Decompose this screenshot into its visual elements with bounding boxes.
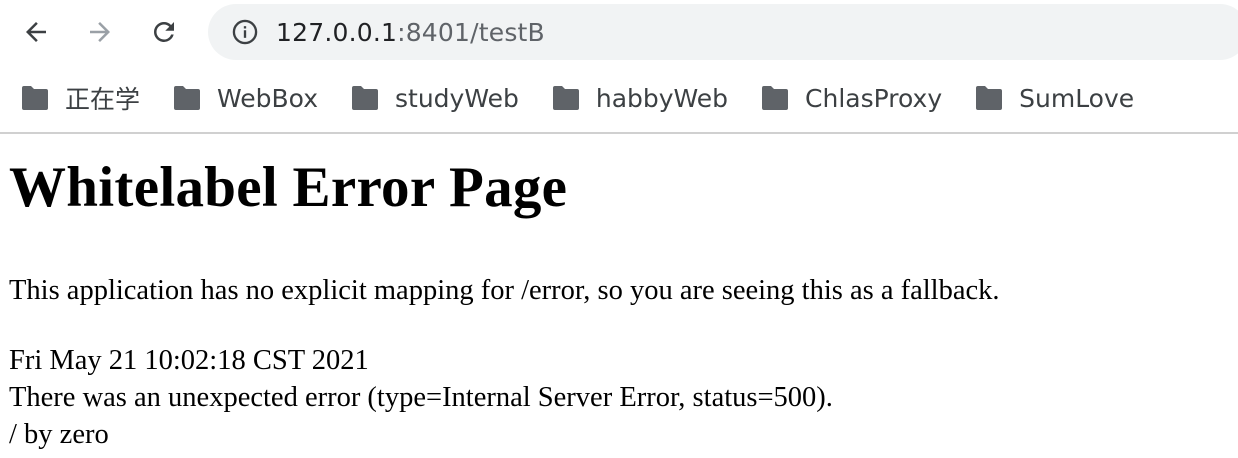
folder-icon [352,86,378,110]
folder-icon [174,86,201,110]
bookmark-folder-chlasproxy[interactable]: ChlasProxy [760,74,942,122]
reload-button[interactable] [144,12,184,52]
navigation-bar: 127.0.0.1:8401/testB [0,0,1238,64]
address-bar[interactable]: 127.0.0.1:8401/testB [208,4,1238,60]
error-message: / by zero [9,419,109,450]
forward-button[interactable] [80,12,120,52]
bookmarks-bar: 正在学 WebBox studyWeb habbyWeb ChlasProxy … [0,64,1238,132]
folder-icon [762,86,789,110]
info-icon[interactable] [230,17,260,47]
forward-arrow-icon [85,17,115,47]
error-timestamp: Fri May 21 10:02:18 CST 2021 [9,345,369,376]
folder-icon [976,86,1003,110]
bookmark-label: habbyWeb [595,83,729,113]
bookmark-folder-studyweb[interactable]: studyWeb [350,74,519,122]
url-host: 127.0.0.1 [276,17,398,47]
bookmark-label: WebBox [217,83,318,113]
reload-icon [149,17,179,47]
page-content: Whitelabel Error Page This application h… [9,134,1229,453]
bookmark-folder-sumlove[interactable]: SumLove [974,74,1134,122]
back-arrow-icon [21,17,51,47]
address-url[interactable]: 127.0.0.1:8401/testB [276,18,545,47]
folder-icon [22,86,48,110]
back-button[interactable] [16,12,56,52]
bookmark-label: ChlasProxy [805,83,943,113]
bookmark-folder-zhengzaixue[interactable]: 正在学 [20,74,140,122]
error-details: Fri May 21 10:02:18 CST 2021 There was a… [9,342,1229,453]
folder-icon [552,86,579,110]
error-explanation: This application has no explicit mapping… [9,275,1000,306]
bookmark-folder-habbyweb[interactable]: habbyWeb [551,74,728,122]
bookmark-label: studyWeb [395,83,519,113]
bookmark-folder-webbox[interactable]: WebBox [172,74,318,122]
bookmark-label: 正在学 [65,85,141,114]
browser-chrome: 127.0.0.1:8401/testB 正在学 WebBox studyWeb… [0,0,1238,134]
page-title: Whitelabel Error Page [9,156,568,219]
url-path: :8401/testB [397,17,545,47]
bookmark-label: SumLove [1019,83,1135,113]
error-status-line: There was an unexpected error (type=Inte… [9,382,833,413]
